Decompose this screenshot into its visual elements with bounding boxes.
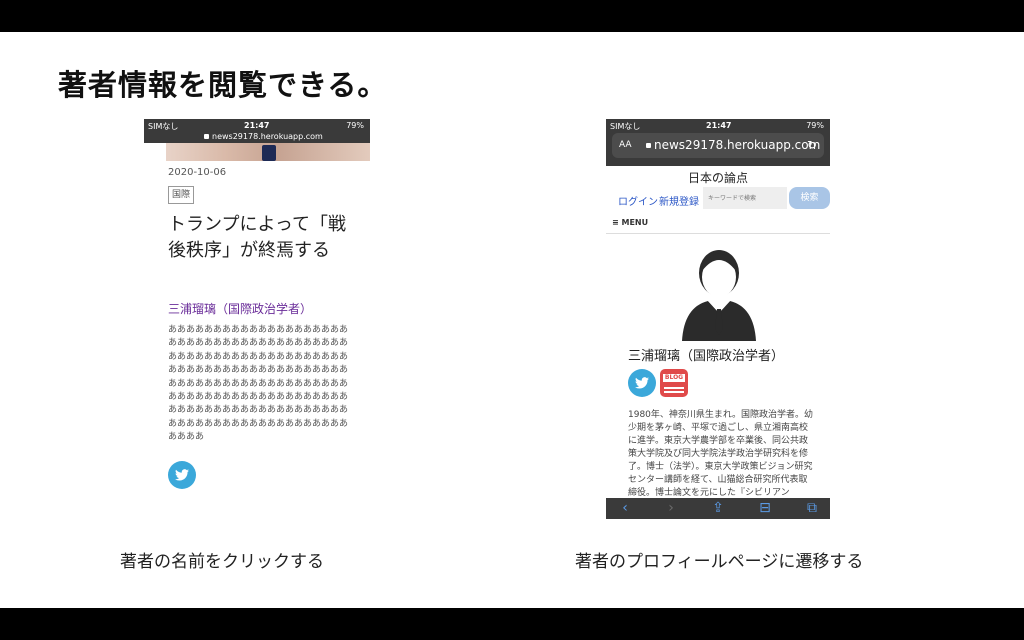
article-screenshot: SIMなし 21:47 79% news29178.herokuapp.com … [144,119,370,493]
url-text: news29178.herokuapp.com [646,138,820,152]
user-avatar-icon [682,250,756,341]
tabs-icon[interactable]: ⧉ [797,498,827,519]
author-link[interactable]: 三浦瑠璃（国際政治学者） [168,300,312,317]
status-bar: SIMなし 21:47 79% news29178.herokuapp.com [144,119,370,143]
search-button[interactable]: 検索 [789,187,830,209]
browser-toolbar: ‹ › ⇪ ⊟ ⧉ [606,498,830,519]
signup-link[interactable]: 新規登録 [659,193,699,208]
back-icon[interactable]: ‹ [610,498,640,519]
menu-toggle[interactable]: ≡ MENU [612,218,648,227]
battery-text: 79% [346,121,364,130]
login-link[interactable]: ログイン [618,193,658,208]
lock-icon [204,134,209,139]
profile-screenshot: SIMなし 21:47 79% AA news29178.herokuapp.c… [606,119,830,519]
forward-icon[interactable]: › [656,498,686,519]
divider [606,233,830,234]
reload-icon[interactable]: ↻ [807,138,817,152]
site-title[interactable]: 日本の論点 [606,169,830,186]
twitter-icon[interactable] [168,461,196,489]
caption-right: 著者のプロフィールページに遷移する [575,552,864,572]
blog-icon[interactable]: BLOG [660,369,688,397]
bookmarks-icon[interactable]: ⊟ [750,498,780,519]
share-icon[interactable]: ⇪ [703,498,733,519]
carrier-text: SIMなし [610,122,641,131]
search-input[interactable] [703,187,787,209]
article-body: ああああああああああああああああああああああああああああああああああああああああ… [168,325,349,443]
reader-aa-button[interactable]: AA [619,140,632,150]
status-bar: SIMなし 21:47 79% AA news29178.herokuapp.c… [606,119,830,166]
clock: 21:47 [244,121,270,130]
clock: 21:47 [706,121,732,130]
profile-name: 三浦瑠璃（国際政治学者） [628,349,785,364]
battery-text: 79% [806,121,824,130]
address-text: news29178.herokuapp.com [204,132,323,141]
twitter-icon[interactable] [628,369,656,397]
lock-icon [646,143,651,148]
avatar [678,241,760,341]
address-bar[interactable]: AA news29178.herokuapp.com ↻ [612,133,824,158]
blog-label: BLOG [663,374,685,382]
slide-title: 著者情報を閲覧できる。 [58,68,388,102]
carrier-text: SIMなし [148,122,179,131]
article-title: トランプによって「戦後秩序」が終焉する [168,214,347,261]
slide: 著者情報を閲覧できる。 SIMなし 21:47 79% news29178.he… [0,32,1024,608]
profile-bio: 1980年、神奈川県生まれ。国際政治学者。幼少期を茅ヶ崎、平塚で過ごし、県立湘南… [628,410,813,498]
category-tag[interactable]: 国際 [168,186,195,204]
caption-left: 著者の名前をクリックする [120,552,324,572]
article-date: 2020-10-06 [168,167,227,178]
